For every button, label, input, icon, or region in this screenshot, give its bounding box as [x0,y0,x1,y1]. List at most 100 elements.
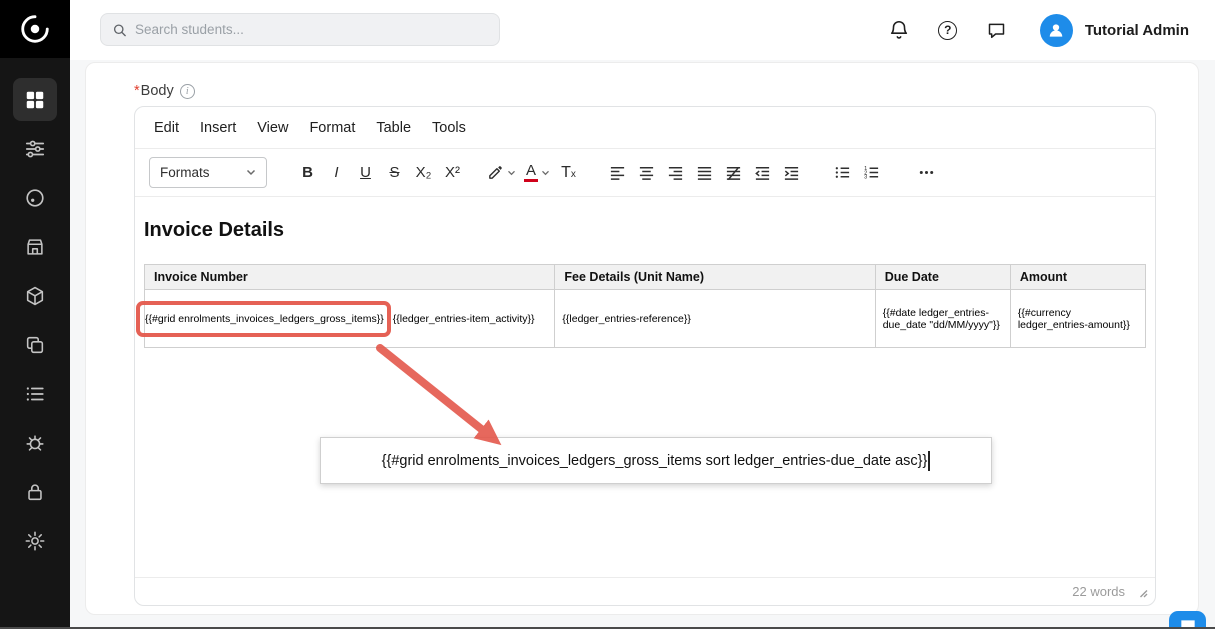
text-color-button[interactable]: A [520,158,554,188]
outdent-button[interactable] [748,158,777,188]
sidebar-item-debug[interactable] [13,421,57,464]
align-none-icon [725,164,742,181]
outdent-icon [754,164,771,181]
menu-insert[interactable]: Insert [200,120,236,136]
header-actions: ? Tutorial Admin [863,0,1189,60]
user-name[interactable]: Tutorial Admin [1085,22,1189,39]
italic-button[interactable]: I [322,158,351,188]
resize-handle[interactable] [1137,587,1148,598]
sidebar-item-packages[interactable] [13,274,57,317]
chevron-down-icon [507,170,516,176]
template-card: * Body i Edit Insert View Format Table T… [85,62,1199,615]
package-icon [24,285,46,307]
bold-button[interactable]: B [293,158,322,188]
col-header-amount[interactable]: Amount [1010,265,1145,290]
menu-table[interactable]: Table [376,120,411,136]
col-header-fee-details[interactable]: Fee Details (Unit Name) [555,265,875,290]
cell-invoice-number[interactable]: {{#grid enrolments_invoices_ledgers_gros… [145,290,555,348]
editor-menubar: Edit Insert View Format Table Tools [135,107,1155,149]
bullet-list-button[interactable] [828,158,857,188]
clear-formatting-button[interactable]: Tx [554,158,583,188]
editor-content[interactable]: Invoice Details Invoice Number Fee Detai… [135,197,1155,577]
align-right-button[interactable] [661,158,690,188]
bug-icon [24,432,46,454]
editor-toolbar: Formats B I U S X₂ X² [135,149,1155,197]
indent-button[interactable] [777,158,806,188]
help-button[interactable]: ? [935,17,961,43]
sidebar-nav [0,58,70,562]
align-center-icon [638,164,655,181]
superscript-button[interactable]: X² [438,158,467,188]
bell-icon [888,19,910,41]
sidebar-item-appearance[interactable] [13,176,57,219]
chevron-down-icon [246,169,256,176]
col-header-invoice-number[interactable]: Invoice Number [145,265,555,290]
cell-due-date[interactable]: {{#date ledger_entries-due_date "dd/MM/y… [875,290,1010,348]
sidebar-item-settings[interactable] [13,519,57,562]
col-header-due-date[interactable]: Due Date [875,265,1010,290]
sliders-icon [24,138,46,160]
text-cursor [928,451,930,471]
sidebar [0,0,70,629]
sidebar-item-lists[interactable] [13,372,57,415]
palette-icon [24,187,46,209]
help-icon: ? [938,21,957,40]
cell-fee-details[interactable]: {{ledger_entries-reference}} [555,290,875,348]
user-avatar[interactable] [1040,14,1073,47]
logo-icon [18,12,52,46]
formats-dropdown[interactable]: Formats [149,157,267,188]
app-logo[interactable] [0,0,70,58]
menu-edit[interactable]: Edit [154,120,179,136]
list-group: 123 [828,158,886,188]
align-justify-icon [696,164,713,181]
sidebar-item-security[interactable] [13,470,57,513]
editor-statusbar: 22 words [135,577,1155,605]
callout-text: {{#grid enrolments_invoices_ledgers_gros… [382,453,928,469]
grid-merge-tag: {{#grid enrolments_invoices_ledgers_gros… [145,313,384,325]
align-left-icon [609,164,626,181]
chevron-down-icon [541,170,550,176]
align-none-button[interactable] [719,158,748,188]
svg-text:3: 3 [864,175,867,181]
numbered-list-button[interactable]: 123 [857,158,886,188]
text-color-icon: A [524,163,538,182]
app-window: ? Tutorial Admin * Body i Edit Insert [0,0,1215,629]
numbered-list-icon: 123 [863,164,880,181]
sidebar-item-store[interactable] [13,225,57,268]
notifications-button[interactable] [886,17,912,43]
highlight-color-button[interactable] [483,158,520,188]
annotation-callout: {{#grid enrolments_invoices_ledgers_gros… [320,437,992,484]
align-center-button[interactable] [632,158,661,188]
annotation-highlight-box: {{#grid enrolments_invoices_ledgers_gros… [136,301,391,337]
align-justify-button[interactable] [690,158,719,188]
messages-button[interactable] [984,17,1010,43]
menu-view[interactable]: View [257,120,288,136]
subscript-button[interactable]: X₂ [409,158,438,188]
table-row: {{#grid enrolments_invoices_ledgers_gros… [145,290,1146,348]
body-field-label: * Body i [134,83,195,99]
word-count: 22 words [1072,584,1125,599]
indent-icon [783,164,800,181]
item-activity-merge-tag: {{ledger_entries-item_activity}} [393,313,535,325]
info-icon[interactable]: i [180,84,195,99]
more-tools-button[interactable] [912,158,941,188]
sidebar-item-settings-sliders[interactable] [13,127,57,170]
top-header: ? Tutorial Admin [70,0,1215,60]
search-box[interactable] [100,13,500,46]
resize-grip-icon [1137,587,1148,598]
required-marker: * [134,83,140,99]
table-header-row: Invoice Number Fee Details (Unit Name) D… [145,265,1146,290]
align-left-button[interactable] [603,158,632,188]
strikethrough-button[interactable]: S [380,158,409,188]
sidebar-item-templates[interactable] [13,323,57,366]
search-input[interactable] [135,22,488,37]
rich-text-editor: Edit Insert View Format Table Tools Form… [134,106,1156,606]
cell-amount[interactable]: {{#currency ledger_entries-amount}} [1010,290,1145,348]
underline-button[interactable]: U [351,158,380,188]
menu-format[interactable]: Format [309,120,355,136]
sidebar-item-dashboard[interactable] [13,78,57,121]
color-group: A Tx [483,158,583,188]
clear-formatting-icon: Tx [561,165,576,181]
document-heading: Invoice Details [144,219,1146,242]
menu-tools[interactable]: Tools [432,120,466,136]
